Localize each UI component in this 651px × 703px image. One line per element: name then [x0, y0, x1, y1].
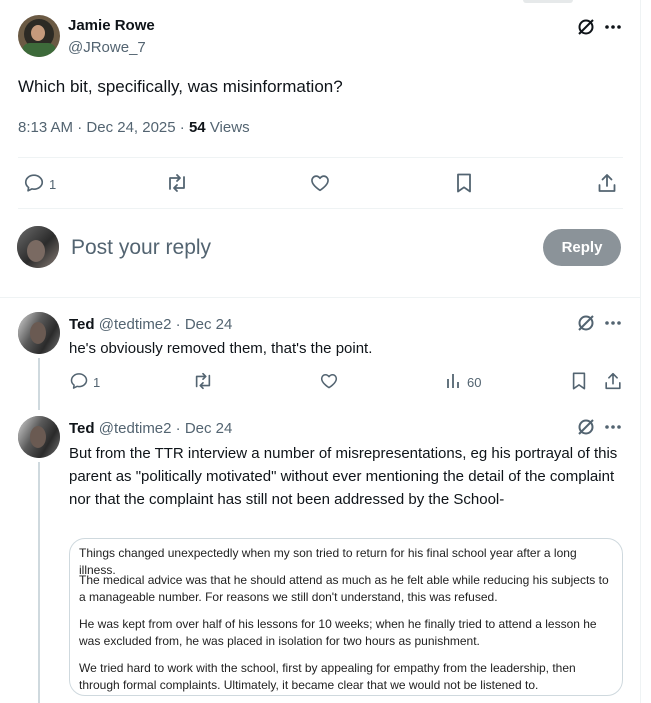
- reply-icon: [69, 371, 89, 394]
- views-label: Views: [209, 119, 250, 136]
- bookmark-icon: [570, 371, 588, 394]
- meta-separator: ·: [175, 316, 185, 333]
- views-icon: [445, 371, 463, 394]
- reply-date[interactable]: Dec 24: [185, 316, 233, 333]
- reply-count: 1: [93, 375, 101, 390]
- avatar[interactable]: [18, 15, 60, 57]
- like-button[interactable]: [309, 172, 331, 197]
- views-count: 54: [188, 119, 206, 136]
- bookmark-button[interactable]: [570, 371, 588, 394]
- views-button[interactable]: 60: [445, 371, 481, 394]
- divider: [18, 157, 623, 158]
- reply-count: 1: [49, 177, 57, 192]
- image-paragraph: The medical advice was that he should at…: [79, 573, 609, 604]
- more-icon[interactable]: [602, 16, 624, 38]
- meta-separator: ·: [77, 119, 87, 136]
- reply-text: But from the TTR interview a number of m…: [69, 445, 618, 508]
- grok-icon[interactable]: [575, 312, 597, 334]
- reply-button[interactable]: 1: [69, 371, 100, 394]
- bookmark-icon: [454, 172, 474, 197]
- reply-input[interactable]: Post your reply: [71, 236, 211, 260]
- conversation-panel: Jamie Rowe @JRowe_7 Which bit, specifica…: [0, 0, 641, 703]
- reply-author-name[interactable]: Ted: [69, 420, 95, 437]
- post-meta: 8:13 AM · Dec 24, 2025 · 54 Views: [18, 119, 250, 136]
- share-icon: [596, 172, 618, 197]
- grok-icon[interactable]: [575, 416, 597, 438]
- reply-author-handle[interactable]: @tedtime2: [99, 316, 172, 333]
- image-paragraph: He was kept from over half of his lesson…: [79, 617, 597, 648]
- meta-separator: ·: [179, 119, 189, 136]
- share-button[interactable]: [596, 172, 618, 197]
- more-icon[interactable]: [602, 312, 624, 334]
- post-time[interactable]: 8:13 AM: [18, 119, 73, 136]
- reply-author-handle[interactable]: @tedtime2: [99, 420, 172, 437]
- avatar[interactable]: [18, 312, 60, 354]
- avatar[interactable]: [17, 226, 59, 268]
- scroll-indicator: [523, 0, 573, 3]
- divider: [18, 208, 623, 209]
- like-icon: [319, 371, 339, 394]
- post-text: Which bit, specifically, was misinformat…: [18, 77, 343, 96]
- divider: [0, 297, 641, 298]
- post-date[interactable]: Dec 24, 2025: [86, 119, 175, 136]
- share-icon: [603, 371, 623, 394]
- image-paragraph: We tried hard to work with the school, f…: [79, 661, 576, 692]
- avatar[interactable]: [18, 416, 60, 458]
- grok-icon[interactable]: [575, 16, 597, 38]
- reply-button[interactable]: 1: [23, 172, 56, 197]
- thread-connector: [38, 358, 40, 410]
- attached-image[interactable]: Things changed unexpectedly when my son …: [69, 538, 623, 696]
- more-icon[interactable]: [602, 416, 624, 438]
- reply-header: Ted @tedtime2 · Dec 24: [69, 420, 232, 437]
- repost-button[interactable]: [165, 172, 189, 197]
- author-handle[interactable]: @JRowe_7: [68, 39, 146, 56]
- meta-separator: ·: [175, 420, 185, 437]
- like-icon: [309, 172, 331, 197]
- reply-date[interactable]: Dec 24: [185, 420, 233, 437]
- views-count: 60: [467, 375, 482, 390]
- reply-header: Ted @tedtime2 · Dec 24: [69, 316, 232, 333]
- repost-icon: [192, 371, 214, 394]
- share-button[interactable]: [603, 371, 623, 394]
- bookmark-button[interactable]: [454, 172, 474, 197]
- reply-submit-button[interactable]: Reply: [543, 229, 621, 266]
- reply-text: he's obviously removed them, that's the …: [69, 340, 373, 357]
- repost-icon: [165, 172, 189, 197]
- thread-connector: [38, 462, 40, 703]
- like-button[interactable]: [319, 371, 339, 394]
- reply-icon: [23, 172, 45, 197]
- author-name[interactable]: Jamie Rowe: [68, 17, 155, 34]
- reply-author-name[interactable]: Ted: [69, 316, 95, 333]
- repost-button[interactable]: [192, 371, 214, 394]
